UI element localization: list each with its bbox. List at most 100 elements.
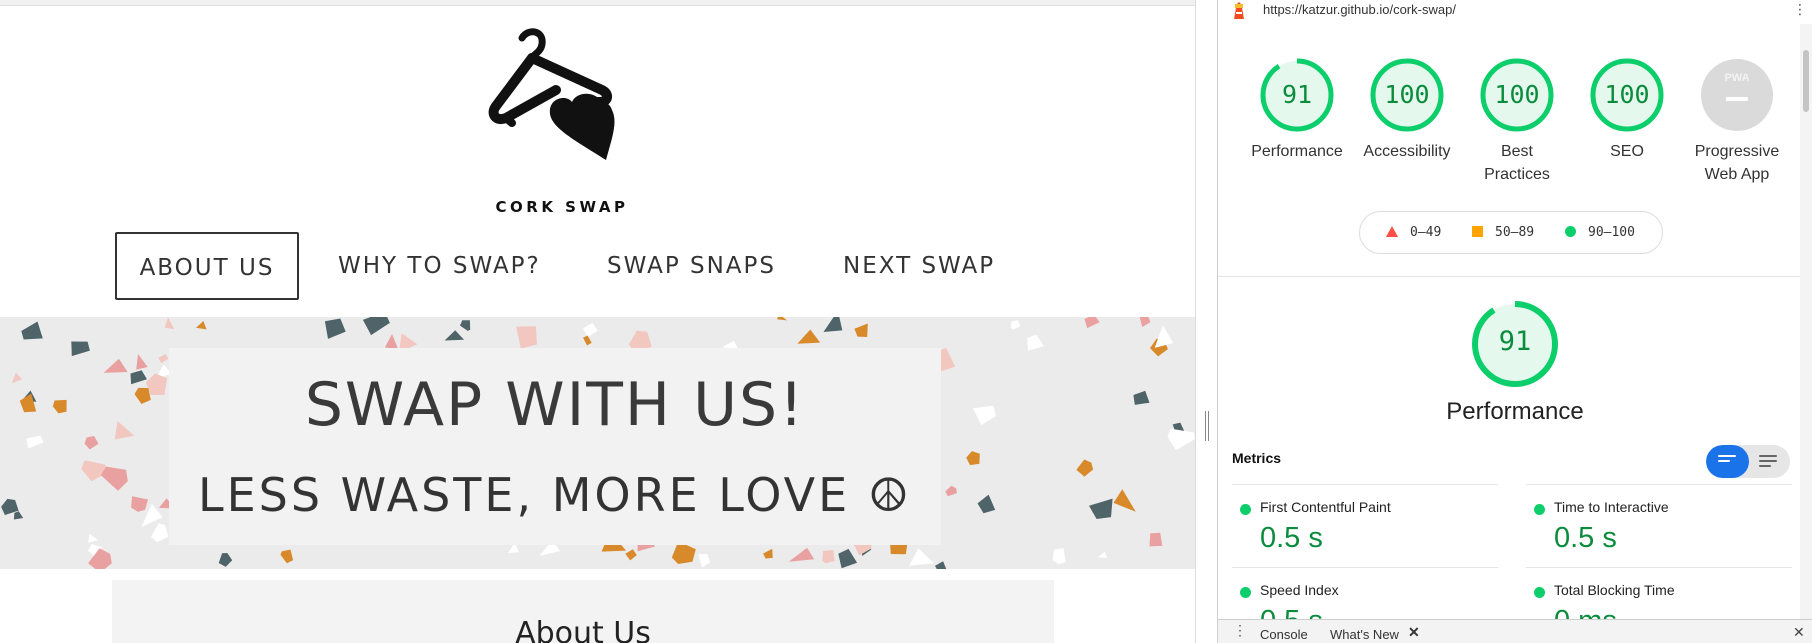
compact-view-button[interactable] [1706,445,1749,478]
nav-link-about-us[interactable]: ABOUT US [115,232,299,300]
confetti-chip [776,317,787,321]
confetti-chip [114,421,135,440]
confetti-chip [164,317,175,330]
metric-rule [1232,484,1498,485]
more-options-icon[interactable]: ⋮ [1793,2,1807,18]
site-logo[interactable]: CORK SWAP [478,28,646,216]
confetti-chip [134,387,151,404]
hero-text-box: SWAP WITH US! LESS WASTE, MORE LOVE ☮ [169,348,941,545]
metric-name: Speed Index [1260,582,1339,598]
confetti-chip [145,373,168,395]
score-label: Performance [1251,143,1343,160]
nav-link-swap-snaps[interactable]: SWAP SNAPS [607,232,776,300]
confetti-chip [625,549,637,561]
pwa-badge-icon [1701,59,1773,131]
confetti-chip [196,321,207,330]
devtools-drawer: ⋮ Console What's New ✕ ✕ [1218,619,1812,643]
confetti-chip [13,511,24,520]
drawer-tab-console[interactable]: Console [1260,627,1308,642]
drawer-menu-icon[interactable]: ⋮ [1233,622,1247,639]
score-value: 100 [1604,80,1650,109]
legend-average-range: 50–89 [1495,225,1535,240]
metric-rule [1526,567,1792,568]
confetti-chip [973,405,996,426]
confetti-chip [822,550,835,564]
pwa-badge-text: PWA [1724,72,1750,84]
metric-name: Total Blocking Time [1554,582,1675,598]
expanded-lines-icon[interactable] [1759,455,1777,470]
confetti-chip [1154,325,1174,348]
confetti-chip [84,436,99,450]
performance-section-score: 91 [1498,326,1532,357]
logo-wordmark: CORK SWAP [495,198,629,216]
legend-pass-range: 90–100 [1588,225,1635,240]
confetti-chip [1076,459,1094,477]
pass-dot-icon [1240,504,1251,515]
section-divider [1218,276,1812,277]
score-gauge-accessibility[interactable]: 100 Accessibility [1352,58,1462,163]
resize-grip-icon[interactable] [1205,411,1209,441]
about-us-heading: About Us [515,616,651,643]
report-url[interactable]: https://katzur.github.io/cork-swap/ [1263,2,1456,17]
score-gauge-performance[interactable]: 91 Performance [1242,58,1352,163]
confetti-chip [823,317,843,332]
devtools-resize-divider[interactable] [1195,0,1218,643]
confetti-chip [136,354,148,370]
metric-name: Time to Interactive [1554,499,1669,515]
confetti-chip [158,354,169,364]
confetti-chip [444,330,464,341]
nav-link-why-to-swap[interactable]: WHY TO SWAP? [338,232,541,300]
score-label: Best Practices [1484,143,1550,183]
confetti-chip [966,451,980,466]
confetti-chip [1149,532,1163,547]
pass-dot-icon [1240,587,1251,598]
confetti-chip [838,548,858,569]
confetti-chip [854,323,868,337]
lighthouse-report-panel: https://katzur.github.io/cork-swap/ ⋮ 91… [1218,0,1812,643]
confetti-chip [21,321,43,340]
confetti-chip [1052,548,1066,565]
confetti-chip [1027,334,1044,351]
confetti-chip [977,494,996,514]
hero-banner: SWAP WITH US! LESS WASTE, MORE LOVE ☮ [0,317,1195,569]
metrics-heading: Metrics [1232,450,1282,466]
metric-rule [1232,567,1498,568]
nav-link-next-swap[interactable]: NEXT SWAP [843,232,995,300]
viewport-top-edge [0,0,1195,6]
report-url-bar: https://katzur.github.io/cork-swap/ ⋮ [1218,0,1812,24]
confetti-chip [71,341,90,357]
close-drawer-icon[interactable]: ✕ [1793,624,1805,641]
main-navigation: ABOUT US WHY TO SWAP? SWAP SNAPS NEXT SW… [0,232,1195,300]
website-viewport: CORK SWAP ABOUT US WHY TO SWAP? SWAP SNA… [0,0,1195,643]
confetti-chip [945,485,957,497]
confetti-chip [460,320,471,331]
performance-section-gauge: 91 [1470,299,1560,389]
confetti-chip [1113,489,1136,512]
red-triangle-icon [1386,226,1398,237]
confetti-chip [100,466,128,491]
confetti-chip [88,534,98,543]
score-gauge-best-practices[interactable]: 100 Best Practices [1462,58,1572,186]
confetti-chip [81,460,106,482]
confetti-chip [19,393,37,413]
metric-rule [1526,484,1792,485]
confetti-chip [763,548,773,559]
legend-fail-range: 0–49 [1410,225,1442,240]
confetti-chip [1010,320,1021,330]
legend-pass: 90–100 [1565,225,1635,240]
scrollbar-thumb[interactable] [1803,50,1809,112]
hero-title: SWAP WITH US! [304,370,806,440]
metrics-view-toggle[interactable] [1706,445,1790,478]
score-scale-legend: 0–49 50–89 90–100 [1359,211,1663,254]
close-tab-icon[interactable]: ✕ [1408,624,1420,641]
confetti-chip [797,329,821,344]
confetti-chip [583,335,592,346]
pass-dot-icon [1534,504,1545,515]
drawer-tab-whats-new[interactable]: What's New [1330,627,1399,642]
score-value: 100 [1384,80,1430,109]
panel-scrollbar[interactable] [1800,24,1812,619]
score-gauge-pwa[interactable]: PWA Progressive Web App [1682,58,1792,186]
confetti-chip [324,318,346,339]
confetti-chip [1139,317,1151,327]
score-gauge-seo[interactable]: 100 SEO [1572,58,1682,163]
